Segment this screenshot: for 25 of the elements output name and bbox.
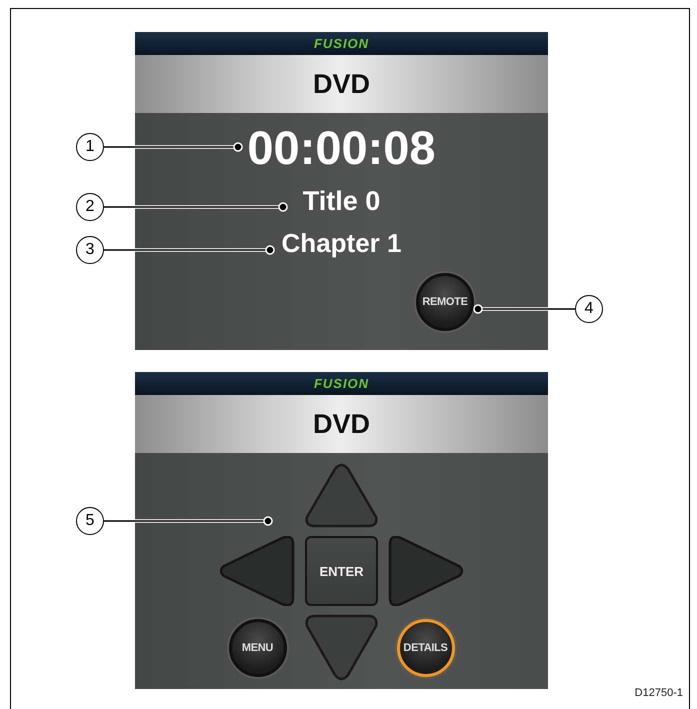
figure-id: D12750-1	[634, 687, 683, 699]
callout-number: 5	[76, 507, 104, 535]
elapsed-time: 00:00:08	[247, 121, 436, 175]
details-button[interactable]: DETAILS	[396, 618, 454, 676]
down-triangle-icon	[305, 614, 378, 681]
chapter-number: Chapter 1	[282, 227, 402, 259]
source-title: DVD	[312, 408, 370, 440]
left-button[interactable]	[220, 536, 295, 606]
brand-logo: FUSION	[314, 376, 370, 391]
brand-logo: FUSION	[314, 36, 370, 51]
up-button[interactable]	[305, 463, 378, 528]
callout-number: 1	[76, 133, 104, 161]
menu-button[interactable]: MENU	[228, 618, 286, 676]
source-title: DVD	[312, 68, 370, 100]
callout-number: 4	[575, 295, 603, 323]
enter-button[interactable]: ENTER	[305, 536, 378, 606]
callout-number: 2	[76, 193, 104, 221]
left-triangle-icon	[220, 536, 295, 606]
down-button[interactable]	[305, 614, 378, 681]
title-number: Title 0	[302, 185, 380, 217]
callout-number: 3	[76, 236, 104, 264]
remote-button[interactable]: REMOTE	[416, 273, 474, 331]
up-triangle-icon	[305, 463, 378, 528]
right-triangle-icon	[388, 536, 463, 606]
right-button[interactable]	[388, 536, 463, 606]
